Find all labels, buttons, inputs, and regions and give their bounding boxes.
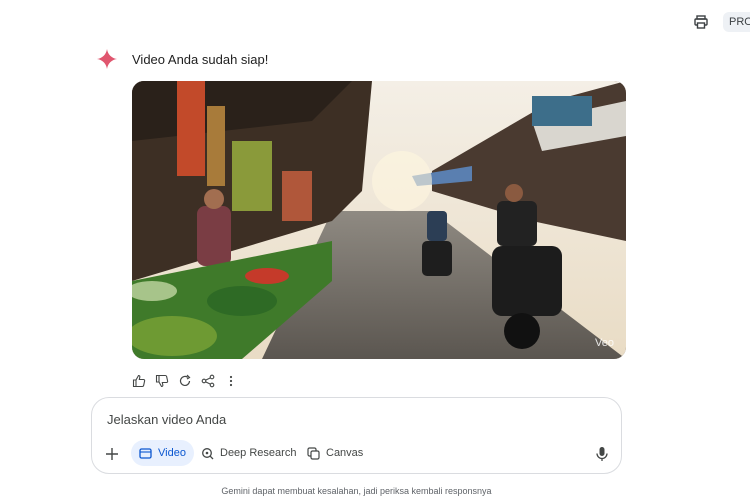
plus-icon[interactable]	[104, 446, 120, 462]
response-text: Video Anda sudah siap!	[132, 52, 269, 67]
printer-icon[interactable]	[693, 14, 709, 30]
tool-video-button[interactable]: Video	[131, 440, 194, 466]
generated-video[interactable]: Veo	[132, 81, 626, 359]
tool-deep-research-label: Deep Research	[220, 447, 297, 459]
tool-canvas-label: Canvas	[326, 447, 364, 459]
microphone-icon[interactable]	[595, 446, 609, 462]
gemini-spark-icon	[96, 48, 118, 70]
video-frame-market-scene	[132, 81, 626, 359]
tool-video-label: Video	[158, 447, 186, 459]
prompt-input[interactable]: Jelaskan video Anda	[107, 412, 226, 427]
deep-research-icon	[202, 447, 214, 459]
veo-watermark: Veo	[595, 337, 614, 349]
thumbs-up-icon[interactable]	[131, 373, 146, 388]
pro-badge[interactable]: PRO	[723, 12, 750, 32]
more-options-icon[interactable]	[223, 373, 238, 388]
prompt-composer[interactable]: Jelaskan video Anda Video Deep Research …	[91, 397, 622, 474]
thumbs-down-icon[interactable]	[154, 373, 169, 388]
tool-deep-research-button[interactable]: Deep Research	[193, 440, 304, 466]
disclaimer-text: Gemini dapat membuat kesalahan, jadi per…	[221, 486, 492, 496]
video-icon	[139, 447, 152, 459]
regenerate-icon[interactable]	[177, 373, 192, 388]
share-icon[interactable]	[200, 373, 215, 388]
canvas-icon	[307, 446, 320, 460]
tool-canvas-button[interactable]: Canvas	[299, 440, 371, 466]
